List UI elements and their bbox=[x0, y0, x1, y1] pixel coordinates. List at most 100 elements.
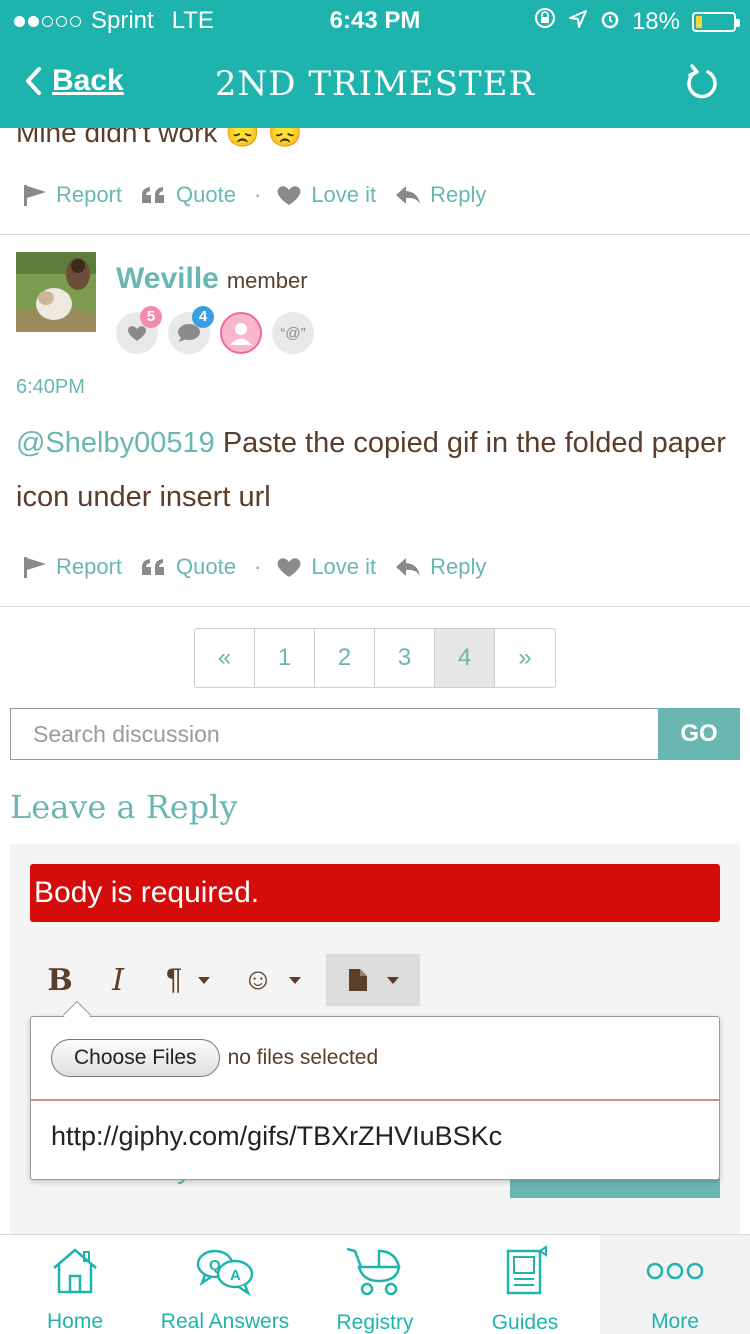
chevron-down-icon bbox=[289, 976, 302, 984]
comment-badge-count: 4 bbox=[192, 306, 214, 328]
refresh-button[interactable] bbox=[684, 62, 720, 107]
reply-button[interactable]: Reply bbox=[394, 182, 486, 208]
tab-real-answers-label: Real Answers bbox=[160, 1310, 290, 1333]
report-label: Report bbox=[56, 554, 123, 579]
guide-icon bbox=[506, 1245, 547, 1295]
page-next[interactable]: » bbox=[495, 629, 555, 687]
alarm-icon bbox=[600, 8, 620, 36]
status-right: 18% bbox=[534, 7, 740, 36]
tab-real-answers[interactable]: QA Real Answers bbox=[150, 1235, 300, 1334]
flag-icon bbox=[24, 185, 46, 206]
post-divider bbox=[0, 234, 750, 235]
qa-icon: QA bbox=[196, 1249, 254, 1296]
mention-icon: “@” bbox=[280, 324, 306, 342]
tab-home-label: Home bbox=[46, 1310, 104, 1333]
italic-button[interactable]: I bbox=[98, 954, 138, 1006]
home-icon bbox=[53, 1247, 97, 1293]
reply-icon bbox=[396, 186, 421, 204]
battery-percent: 18% bbox=[631, 7, 680, 35]
separator-dot: · bbox=[253, 182, 262, 207]
separator-dot: · bbox=[253, 554, 262, 579]
love-badge[interactable]: 5 bbox=[116, 306, 162, 354]
badge-row: 5 4 “@” bbox=[116, 306, 314, 354]
bold-button[interactable]: B bbox=[40, 954, 80, 1006]
post-timestamp: 6:40PM bbox=[16, 376, 85, 398]
post-actions: Report Quote · Love it Reply bbox=[22, 182, 504, 208]
love-label: Love it bbox=[311, 182, 377, 207]
emoji-dropdown[interactable]: ☺ bbox=[232, 954, 312, 1006]
page-2[interactable]: 2 bbox=[315, 629, 375, 687]
tab-more[interactable]: More bbox=[600, 1235, 750, 1334]
avatar[interactable] bbox=[16, 252, 96, 332]
editor-toolbar: B I ¶ ☺ bbox=[40, 954, 420, 1006]
love-button[interactable]: Love it bbox=[275, 554, 376, 580]
previous-post-text: Mine didn't work 😞 😞 bbox=[16, 128, 303, 148]
tab-bar: Home QA Real Answers Registry Guides Mor… bbox=[0, 1234, 750, 1334]
mention-badge[interactable]: “@” bbox=[272, 312, 314, 354]
comment-badge[interactable]: 4 bbox=[168, 306, 214, 354]
paragraph-icon: ¶ bbox=[165, 963, 183, 996]
file-chooser: Choose Files no files selected bbox=[51, 1039, 378, 1077]
post-actions: Report Quote · Love it Reply bbox=[22, 554, 504, 580]
username[interactable]: Weville bbox=[116, 262, 219, 296]
page-prev[interactable]: « bbox=[195, 629, 255, 687]
tab-registry[interactable]: Registry bbox=[300, 1235, 450, 1334]
member-role: member bbox=[226, 268, 308, 293]
error-message: Body is required. bbox=[30, 864, 720, 922]
quote-icon bbox=[142, 187, 165, 203]
search-input[interactable] bbox=[10, 708, 658, 760]
quote-button[interactable]: Quote bbox=[140, 182, 236, 208]
status-bar: Sprint LTE 6:43 PM 18% bbox=[0, 0, 750, 40]
pagination: « 1 2 3 4 » bbox=[194, 628, 556, 688]
go-button[interactable]: GO bbox=[658, 708, 740, 760]
post-body: @Shelby00519 Paste the copied gif in the… bbox=[16, 416, 736, 524]
battery-icon bbox=[692, 11, 740, 32]
chevron-down-icon bbox=[387, 976, 399, 984]
report-label: Report bbox=[56, 182, 123, 207]
choose-files-button[interactable]: Choose Files bbox=[51, 1039, 220, 1077]
emoji-icon: ☺ bbox=[242, 963, 274, 996]
tab-guides[interactable]: Guides bbox=[450, 1235, 600, 1334]
heart-icon bbox=[277, 558, 301, 577]
love-badge-count: 5 bbox=[140, 306, 162, 328]
mention-link[interactable]: @Shelby00519 bbox=[16, 427, 215, 459]
chevron-down-icon bbox=[198, 976, 211, 984]
reply-label: Reply bbox=[430, 554, 487, 579]
insert-file-dropdown[interactable] bbox=[326, 954, 420, 1006]
tab-more-label: More bbox=[651, 1310, 699, 1333]
love-label: Love it bbox=[311, 554, 377, 579]
search-bar: GO bbox=[10, 708, 740, 760]
quote-button[interactable]: Quote bbox=[140, 554, 236, 580]
tab-guides-label: Guides bbox=[491, 1311, 559, 1334]
flag-icon bbox=[24, 557, 46, 578]
location-icon bbox=[568, 8, 588, 36]
no-files-label: no files selected bbox=[227, 1046, 379, 1069]
person-icon bbox=[230, 323, 252, 345]
refresh-icon bbox=[687, 64, 717, 99]
insert-popup: Choose Files no files selected http://gi… bbox=[30, 1000, 720, 1180]
paragraph-dropdown[interactable]: ¶ bbox=[148, 954, 228, 1006]
page-1[interactable]: 1 bbox=[255, 629, 315, 687]
file-icon bbox=[349, 969, 367, 991]
tab-home[interactable]: Home bbox=[0, 1235, 150, 1334]
quote-icon bbox=[142, 559, 165, 575]
popup-divider bbox=[31, 1099, 719, 1101]
profile-badge[interactable] bbox=[220, 312, 262, 354]
love-button[interactable]: Love it bbox=[275, 182, 376, 208]
svg-text:A: A bbox=[230, 1267, 241, 1284]
page-title: 2ND TRIMESTER bbox=[214, 64, 536, 104]
reply-icon bbox=[396, 558, 421, 576]
report-button[interactable]: Report bbox=[22, 554, 122, 580]
page-4[interactable]: 4 bbox=[435, 629, 495, 687]
reply-heading: Leave a Reply bbox=[10, 788, 238, 826]
quote-label: Quote bbox=[176, 554, 236, 579]
reply-button[interactable]: Reply bbox=[394, 554, 486, 580]
heart-icon bbox=[277, 186, 301, 205]
tab-registry-label: Registry bbox=[336, 1311, 414, 1334]
post-divider bbox=[0, 606, 750, 607]
quote-label: Quote bbox=[176, 182, 236, 207]
reply-label: Reply bbox=[430, 182, 487, 207]
report-button[interactable]: Report bbox=[22, 182, 122, 208]
page-3[interactable]: 3 bbox=[375, 629, 435, 687]
url-input[interactable]: http://giphy.com/gifs/TBXrZHVIuBSKc bbox=[51, 1121, 502, 1152]
